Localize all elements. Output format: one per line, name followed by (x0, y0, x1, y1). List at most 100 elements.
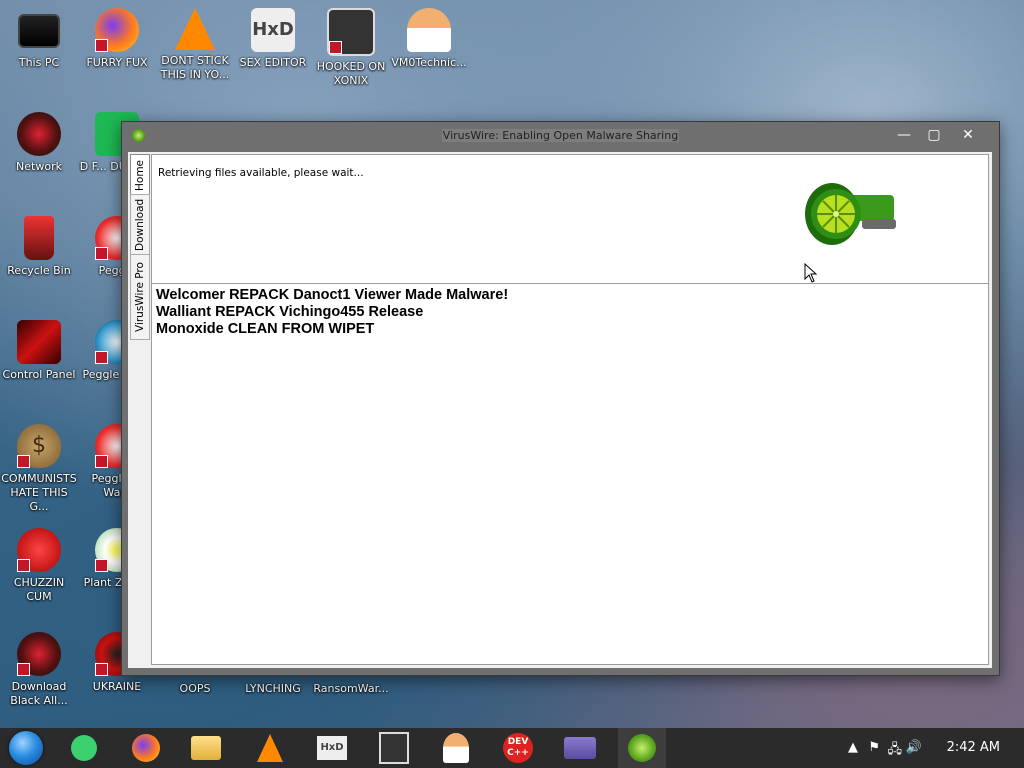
shortcut-badge-icon (95, 39, 108, 52)
shortcut-badge-icon (329, 41, 342, 54)
taskbar-app-notes[interactable] (60, 728, 108, 768)
viruswire-window: VirusWire: Enabling Open Malware Sharing… (121, 121, 1000, 676)
desktop-icon-label: COMMUNISTS HATE THIS G... (1, 472, 77, 513)
desktop-icon-label: HOOKED ON XONIX (316, 60, 386, 87)
desktop-icon-network[interactable]: Network (0, 112, 78, 174)
doctor-icon (407, 8, 451, 52)
shortcut-badge-icon (95, 559, 108, 572)
devcpp-label: DEV C++ (507, 737, 529, 758)
taskbar-clock[interactable]: 2:42 AM (947, 740, 1000, 755)
desktop-icon-lynching[interactable]: LYNCHING (234, 674, 312, 696)
desktop-icon-chuzzin[interactable]: CHUZZIN CUM (0, 528, 78, 604)
desktop-icon-vm0technic[interactable]: VM0Technic... (390, 8, 468, 70)
close-button[interactable]: ✕ (953, 124, 983, 146)
desktop-icon-label: Download Black All... (10, 680, 68, 707)
desktop-icon-label: FURRY FUX (86, 56, 148, 69)
firefox-icon (132, 734, 160, 762)
tab-home[interactable]: Home (130, 154, 150, 196)
shortcut-badge-icon (17, 559, 30, 572)
desktop-icon-label: DONT STICK THIS IN YO... (160, 54, 230, 81)
vlc-cone-icon (175, 8, 215, 50)
taskbar-app-ransomware[interactable] (556, 728, 604, 768)
desktop-icon-dont-stick[interactable]: DONT STICK THIS IN YO... (156, 8, 234, 82)
list-item[interactable]: Welcomer REPACK Danoct1 Viewer Made Malw… (152, 287, 988, 304)
desktop-icon-download-black[interactable]: Download Black All... (0, 632, 78, 708)
doctor-icon (443, 733, 469, 763)
desktop-icon-label: OOPS (179, 682, 211, 695)
window-titlebar[interactable]: VirusWire: Enabling Open Malware Sharing… (122, 122, 999, 150)
shortcut-badge-icon (17, 455, 30, 468)
xonix-icon (327, 8, 375, 56)
desktop-icon-label: RansomWar... (313, 682, 389, 695)
maximize-button[interactable]: ▢ (919, 124, 949, 146)
list-item[interactable]: Walliant REPACK Vichingo455 Release (152, 304, 988, 321)
taskbar-app-hxd[interactable]: HxD (308, 728, 356, 768)
desktop-icon-label: Network (16, 160, 62, 173)
tab-home-label: Home (134, 159, 146, 191)
shortcut-badge-icon (95, 663, 108, 676)
vertical-tab-strip: Home Download VirusWire Pro (128, 152, 150, 668)
volume-icon[interactable]: 🔊 (906, 740, 922, 755)
desktop-icon-oops[interactable]: OOPS (156, 674, 234, 696)
taskbar-app-viruswire[interactable] (618, 728, 666, 768)
home-panel: Retrieving files available, please wait.… (151, 154, 989, 665)
taskbar-app-vm0technic[interactable] (432, 728, 480, 768)
notes-icon (71, 735, 97, 761)
status-text: Retrieving files available, please wait.… (158, 167, 364, 179)
desktop-icon-this-pc[interactable]: This PC (0, 8, 78, 70)
shortcut-badge-icon (95, 247, 108, 260)
desktop-icon-label: Control Panel (2, 368, 76, 381)
firefox-icon (95, 8, 139, 52)
start-button[interactable] (6, 731, 46, 765)
desktop-icon-label: LYNCHING (245, 682, 301, 695)
chuzzle-icon (17, 528, 61, 572)
window-client: Home Download VirusWire Pro Retrieving f… (128, 152, 992, 668)
desktop-icon-label: CHUZZIN CUM (13, 576, 65, 603)
flag-icon[interactable]: ⚑ (868, 740, 880, 755)
desktop-icon-recycle-bin[interactable]: Recycle Bin (0, 216, 78, 278)
mouse-cursor-icon (804, 263, 818, 283)
folder-icon (191, 736, 221, 760)
taskbar-app-explorer[interactable] (182, 728, 230, 768)
file-list[interactable]: Welcomer REPACK Danoct1 Viewer Made Malw… (152, 283, 988, 664)
network-icon (17, 112, 61, 156)
show-hidden-icons-icon[interactable]: ▲ (848, 740, 858, 755)
money-bag-icon: $ (17, 424, 61, 468)
tab-download[interactable]: Download (130, 194, 150, 256)
card-icon (564, 737, 596, 759)
taskbar: HxD DEV C++ ▲ ⚑ 🖧 🔊 2:42 AM (0, 728, 1024, 768)
desktop-icon-sex-editor[interactable]: HxD SEX EDITOR (234, 8, 312, 70)
desktop-icon-furry-fux[interactable]: FURRY FUX (78, 8, 156, 70)
list-item[interactable]: Monoxide CLEAN FROM WIPET (152, 321, 988, 338)
control-panel-icon (17, 320, 61, 364)
desktop: { "desktop": { "icons": [ {"label": "Thi… (0, 0, 1024, 768)
window-title: VirusWire: Enabling Open Malware Sharing (441, 129, 680, 142)
limewire-logo-icon (805, 183, 896, 245)
desktop-icon-label: SEX EDITOR (239, 56, 307, 69)
hxd-icon: HxD (317, 736, 347, 760)
monitor-icon (18, 14, 60, 48)
network-tray-icon[interactable]: 🖧 (888, 740, 903, 762)
hxd-icon: HxD (251, 8, 295, 52)
tab-viruswire-pro[interactable]: VirusWire Pro (130, 254, 150, 340)
minimize-button[interactable]: — (889, 124, 919, 146)
lime-icon (628, 734, 656, 762)
desktop-icon-control-panel[interactable]: Control Panel (0, 320, 78, 382)
taskbar-app-vlc[interactable] (246, 728, 294, 768)
black-disc-icon (17, 632, 61, 676)
shortcut-badge-icon (17, 663, 30, 676)
desktop-icon-label: UKRAINE (92, 680, 142, 693)
desktop-icon-label: This PC (18, 56, 60, 69)
desktop-icon-label: Recycle Bin (7, 264, 71, 277)
desktop-icon-hooked-on-xonix[interactable]: HOOKED ON XONIX (312, 8, 390, 88)
taskbar-app-devcpp[interactable]: DEV C++ (494, 728, 542, 768)
tab-viruswire-pro-label: VirusWire Pro (134, 262, 146, 332)
tab-download-label: Download (134, 198, 146, 252)
recycle-bin-icon (24, 216, 54, 260)
desktop-icon-ransomware[interactable]: RansomWar... (312, 674, 390, 696)
desktop-icon-communists[interactable]: $ COMMUNISTS HATE THIS G... (0, 424, 78, 514)
devcpp-icon: DEV C++ (503, 733, 533, 763)
start-orb-icon (9, 731, 43, 765)
taskbar-app-xonix[interactable] (370, 728, 418, 768)
taskbar-app-firefox[interactable] (122, 728, 170, 768)
